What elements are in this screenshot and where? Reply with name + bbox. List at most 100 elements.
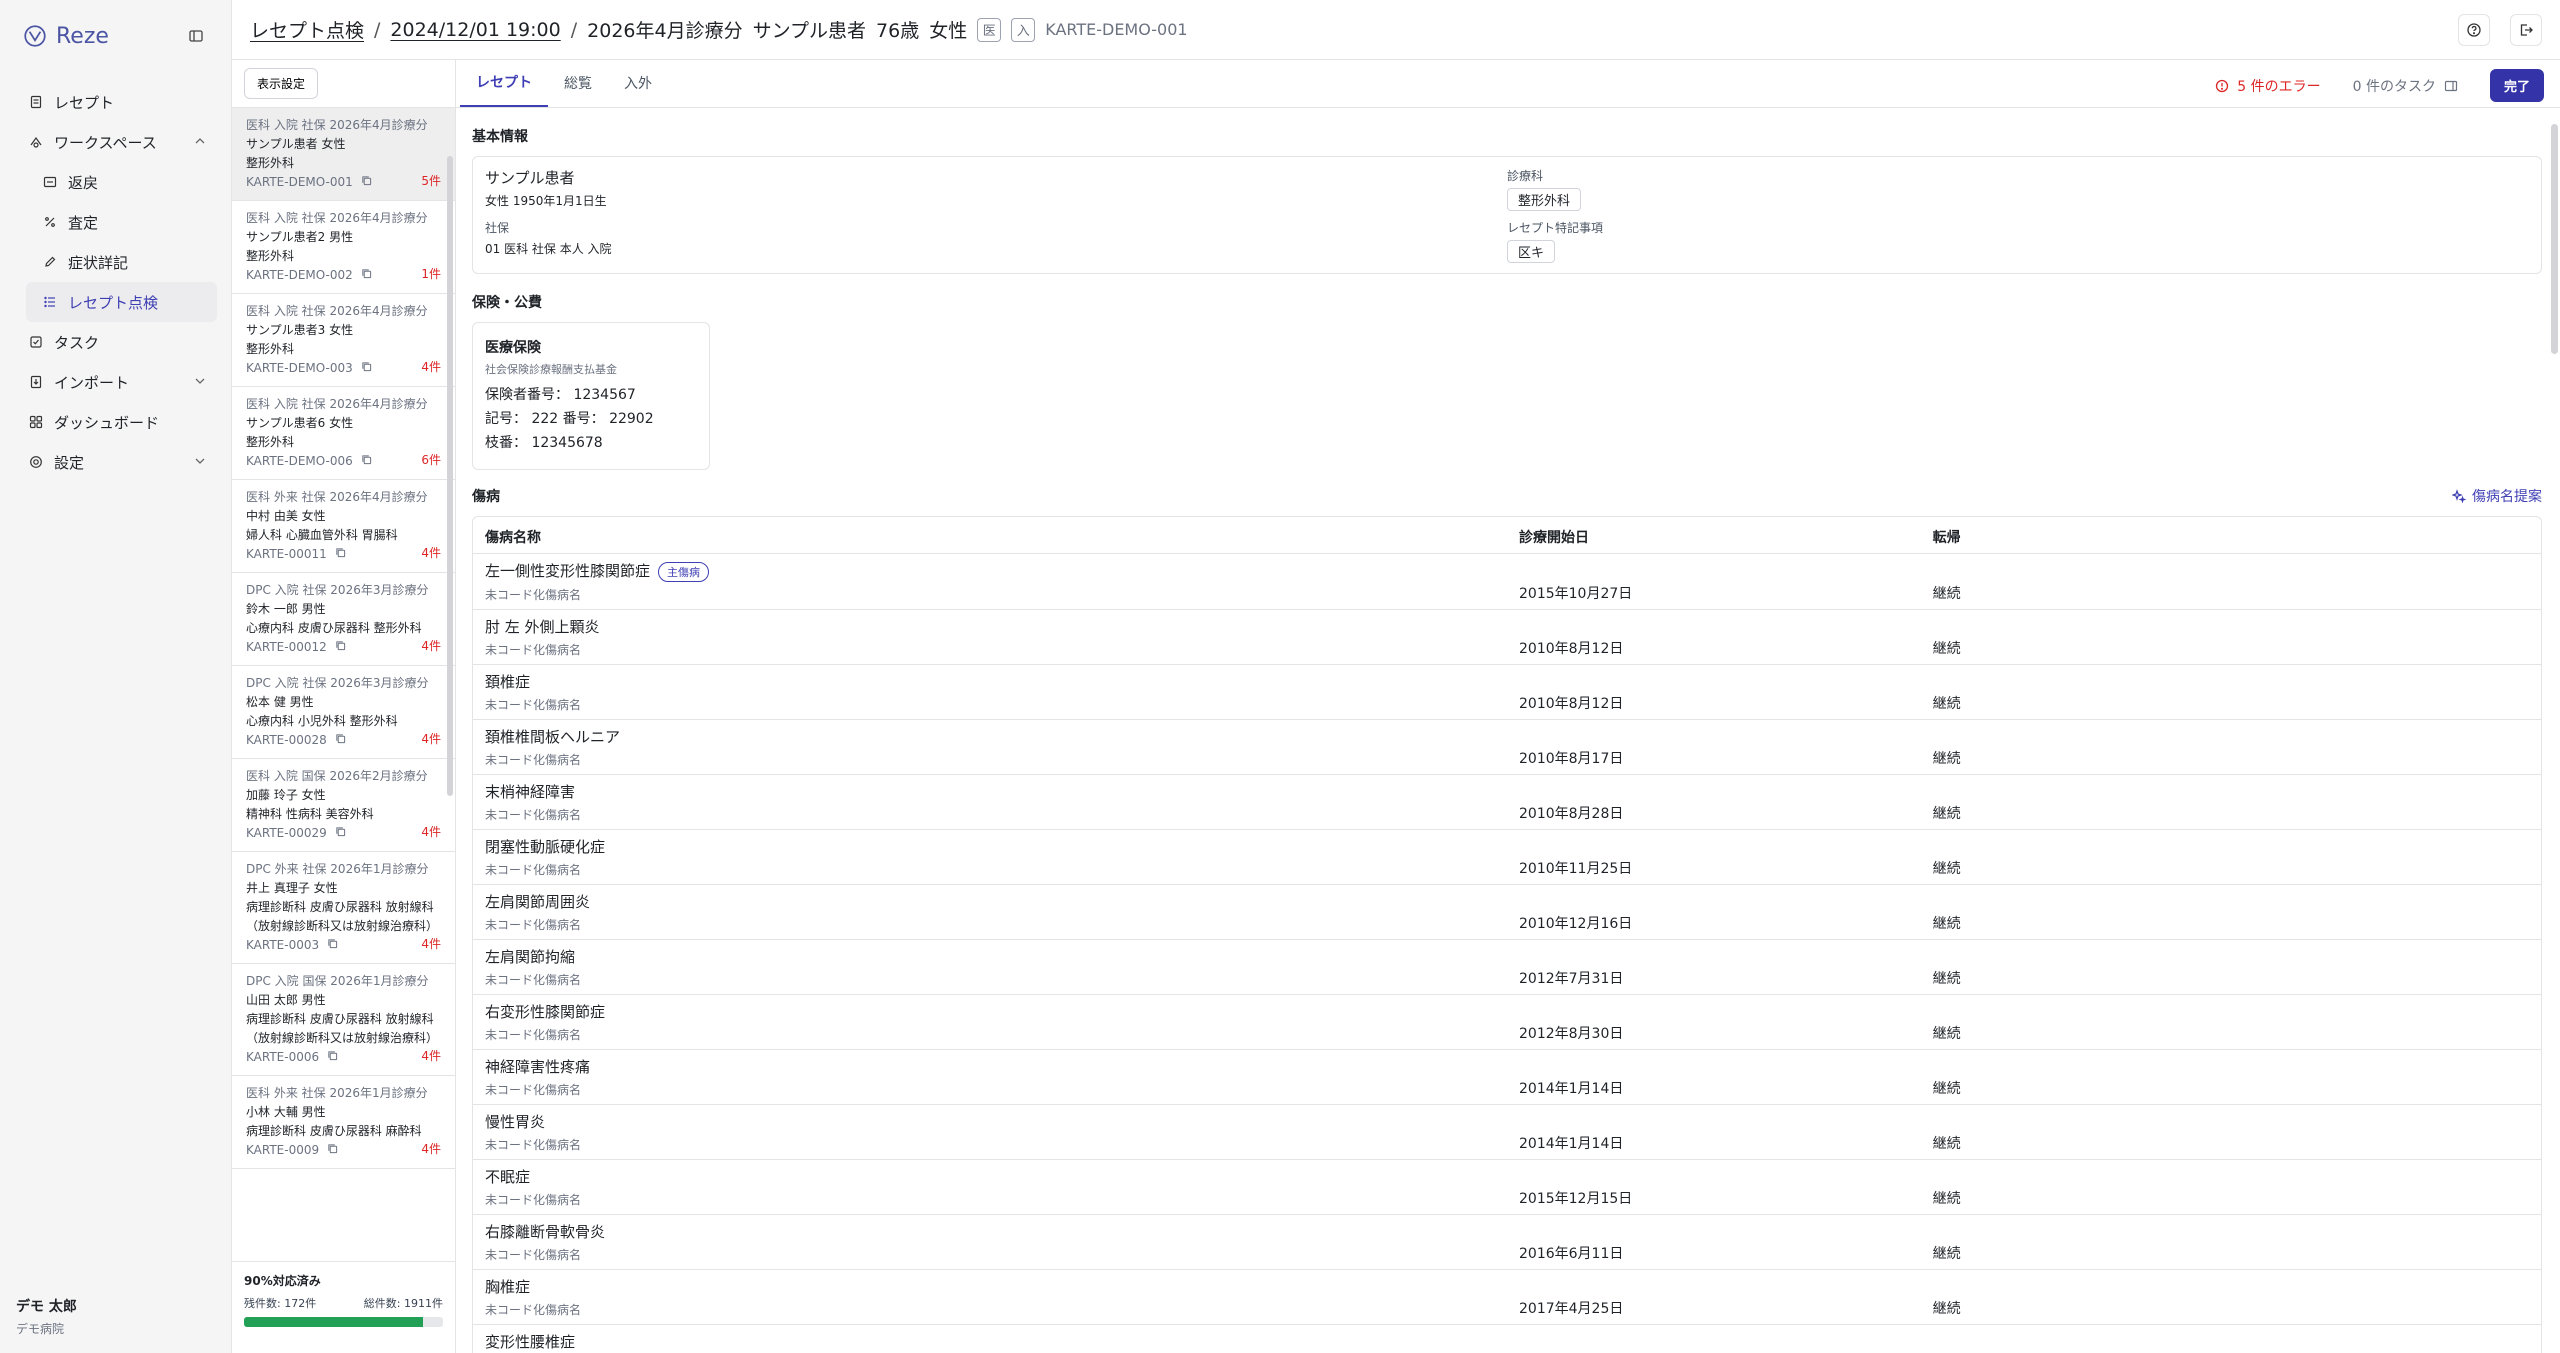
copy-icon[interactable] [335,731,346,750]
complete-button[interactable]: 完了 [2489,69,2544,102]
copy-icon[interactable] [327,936,338,955]
disease-outcome: 継続 [1920,1269,2541,1325]
disease-code-status: 未コード化傷病名 [485,643,582,657]
list-item-patient: サンプル患者2 男性 [246,230,354,244]
disease-name-line: 閉塞性動脈硬化症 [485,836,1495,857]
table-row[interactable]: 変形性腰椎症未コード化傷病名2017年6月27日継続 [473,1324,2541,1353]
department-tag: 整形外科 [1507,188,1582,211]
list-item[interactable]: 医科 入院 社保 2026年4月診療分 サンプル患者 女性 整形外科 KARTE-DE… [232,108,455,201]
table-row[interactable]: 末梢神経障害 未コード化傷病名 2010年8月28日 継続 [473,774,2541,830]
copy-icon[interactable] [335,824,346,843]
disease-name-cell: 左肩関節周囲炎 未コード化傷病名 [473,884,1507,940]
copy-icon[interactable] [327,1141,338,1160]
list-item[interactable]: 医科 入院 国保 2026年2月診療分 加藤 玲子 女性 精神科 性病科 美容外科 K… [232,759,455,852]
copy-icon[interactable] [327,1048,338,1067]
disease-name-line: 変形性腰椎症 [485,1331,1495,1352]
nav-label: 設定 [54,453,85,472]
nav-item-assessment[interactable]: 査定 [26,202,217,242]
errors-link[interactable]: 5 件のエラー [2215,76,2321,96]
table-row[interactable]: 右変形性膝関節症 未コード化傷病名 2012年8月30日 継続 [473,994,2541,1050]
table-row[interactable]: 神経障害性疼痛 未コード化傷病名 2014年1月14日 継続 [473,1049,2541,1105]
list-item[interactable]: 医科 外来 社保 2026年4月診療分 中村 由美 女性 婦人科 心臓血管外科 胃腸… [232,480,455,573]
edit-icon [42,254,58,270]
nav-item-return[interactable]: 返戻 [26,162,217,202]
disease-code-status: 未コード化傷病名 [485,918,582,932]
suggest-diagnosis-label: 傷病名提案 [2472,489,2542,505]
table-row[interactable]: 肘 左 外側上顆炎 未コード化傷病名 2010年8月12日 継続 [473,609,2541,665]
disease-name-line: 不眠症 [485,1166,1495,1187]
nav-item-import[interactable]: インポート [14,362,217,402]
copy-icon[interactable] [361,359,372,378]
sidebar-toggle-button[interactable] [183,23,209,49]
copy-icon[interactable] [335,638,346,657]
table-row[interactable]: 左一側性変形性膝関節症 主傷病 未コード化傷病名 2015年10月27日 継続 [473,553,2541,610]
nav-item-workspace[interactable]: ワークスペース [14,122,217,162]
list-item[interactable]: DPC 入院 国保 2026年1月診療分 山田 太郎 男性 病理診断科 皮膚ひ尿器科… [232,964,455,1076]
disease-code-status: 未コード化傷病名 [485,1193,582,1207]
suggest-diagnosis-button[interactable]: 傷病名提案 [2452,486,2542,506]
error-count-badge: 5件 [421,174,441,188]
user-info[interactable]: デモ 太郎 デモ病院 [16,1296,77,1337]
tab-overview[interactable]: 総覧 [548,60,608,107]
disease-code-status: 未コード化傷病名 [485,1138,582,1152]
disease-name-cell: 変形性腰椎症未コード化傷病名 [473,1324,1507,1353]
detail-scrollbar[interactable] [2551,124,2558,354]
table-row[interactable]: 頚椎椎間板ヘルニア 未コード化傷病名 2010年8月17日 継続 [473,719,2541,775]
table-row[interactable]: 胸椎症 未コード化傷病名 2017年4月25日 継続 [473,1269,2541,1325]
tab-in-out[interactable]: 入外 [608,60,668,107]
list-item-id-row: KARTE-DEMO-006 [246,452,443,471]
nav-item-settings[interactable]: 設定 [14,442,217,482]
table-row[interactable]: 左肩関節拘縮 未コード化傷病名 2012年7月31日 継続 [473,939,2541,995]
disease-outcome: 継続 [1920,829,2541,885]
breadcrumb-separator: / [570,18,578,41]
nav-item-receipt[interactable]: レセプト [14,82,217,122]
logout-button[interactable] [2510,14,2542,46]
copy-icon[interactable] [361,266,372,285]
disease-name: 不眠症 [485,1168,531,1186]
error-count-badge: 1件 [421,267,441,281]
nav-item-task[interactable]: タスク [14,322,217,362]
nav-item-dashboard[interactable]: ダッシュボード [14,402,217,442]
error-count-badge: 4件 [421,937,441,951]
tasks-link[interactable]: 0 件のタスク [2353,76,2458,96]
list-item[interactable]: DPC 入院 社保 2026年3月診療分 松本 健 男性 心療内科 小児外科 整形外… [232,666,455,759]
basic-info-card: サンプル患者 女性 1950年1月1日生 診療科 整形外科 社保 01 医科 社… [472,156,2542,274]
breadcrumb-batch-datetime[interactable]: 2024/12/01 19:00 [390,19,560,41]
table-row[interactable]: 頚椎症 未コード化傷病名 2010年8月12日 継続 [473,664,2541,720]
page-title-age: 76歳 [876,20,920,42]
settings-icon [28,454,44,470]
table-row[interactable]: 左肩関節周囲炎 未コード化傷病名 2010年12月16日 継続 [473,884,2541,940]
disease-code-status: 未コード化傷病名 [485,588,582,602]
list-item[interactable]: DPC 入院 社保 2026年3月診療分 鈴木 一郎 男性 心療内科 皮膚ひ尿器科 … [232,573,455,666]
copy-icon[interactable] [361,173,372,192]
tab-receipt[interactable]: レセプト [460,60,548,107]
nav-item-symptom[interactable]: 症状詳記 [26,242,217,282]
table-row[interactable]: 慢性胃炎 未コード化傷病名 2014年1月14日 継続 [473,1104,2541,1160]
copy-icon[interactable] [361,452,372,471]
list-item[interactable]: 医科 入院 社保 2026年4月診療分 サンプル患者2 男性 整形外科 KARTE-D… [232,201,455,294]
list-item[interactable]: 医科 入院 社保 2026年4月診療分 サンプル患者3 女性 整形外科 KARTE-D… [232,294,455,387]
disease-outcome: 継続 [1920,774,2541,830]
copy-icon[interactable] [335,545,346,564]
breadcrumb-receipt-check[interactable]: レセプト点検 [250,16,364,43]
receipt-detail: レセプト 総覧 入外 5 件のエラー 0 件のタスク 完了 基本情報 サンプル患… [456,60,2560,1353]
errors-label: 5 件のエラー [2237,78,2321,95]
list-item[interactable]: 医科 入院 社保 2026年4月診療分 サンプル患者6 女性 整形外科 KARTE-D… [232,387,455,480]
help-button[interactable] [2458,14,2490,46]
list-item-patient: サンプル患者 女性 [246,137,346,151]
table-row[interactable]: 右膝離断骨軟骨炎 未コード化傷病名 2016年6月11日 継続 [473,1214,2541,1270]
display-settings-button[interactable]: 表示設定 [244,68,319,99]
app-logo[interactable]: Reze [22,23,109,49]
disease-name-cell: 肘 左 外側上顆炎 未コード化傷病名 [473,609,1507,665]
list-item-patient: 加藤 玲子 女性 [246,788,326,802]
table-row[interactable]: 不眠症 未コード化傷病名 2015年12月15日 継続 [473,1159,2541,1215]
table-row[interactable]: 閉塞性動脈硬化症 未コード化傷病名 2010年11月25日 継続 [473,829,2541,885]
karte-id: KARTE-DEMO-001 [1045,20,1188,39]
insurance-card: 医療保険 社会保険診療報酬支払基金 保険者番号： 1234567 記号： 222… [472,322,710,470]
list-item[interactable]: 医科 外来 社保 2026年1月診療分 小林 大輔 男性 病理診断科 皮膚ひ尿器科 … [232,1076,455,1169]
list-scrollbar[interactable] [447,156,453,796]
list-item-id-row: KARTE-DEMO-003 [246,359,443,378]
nav-item-receipt-check[interactable]: レセプト点検 [26,282,217,322]
list-item[interactable]: DPC 外来 社保 2026年1月診療分 井上 真理子 女性 病理診断科 皮膚ひ尿器… [232,852,455,964]
disease-name: 胸椎症 [485,1278,531,1296]
